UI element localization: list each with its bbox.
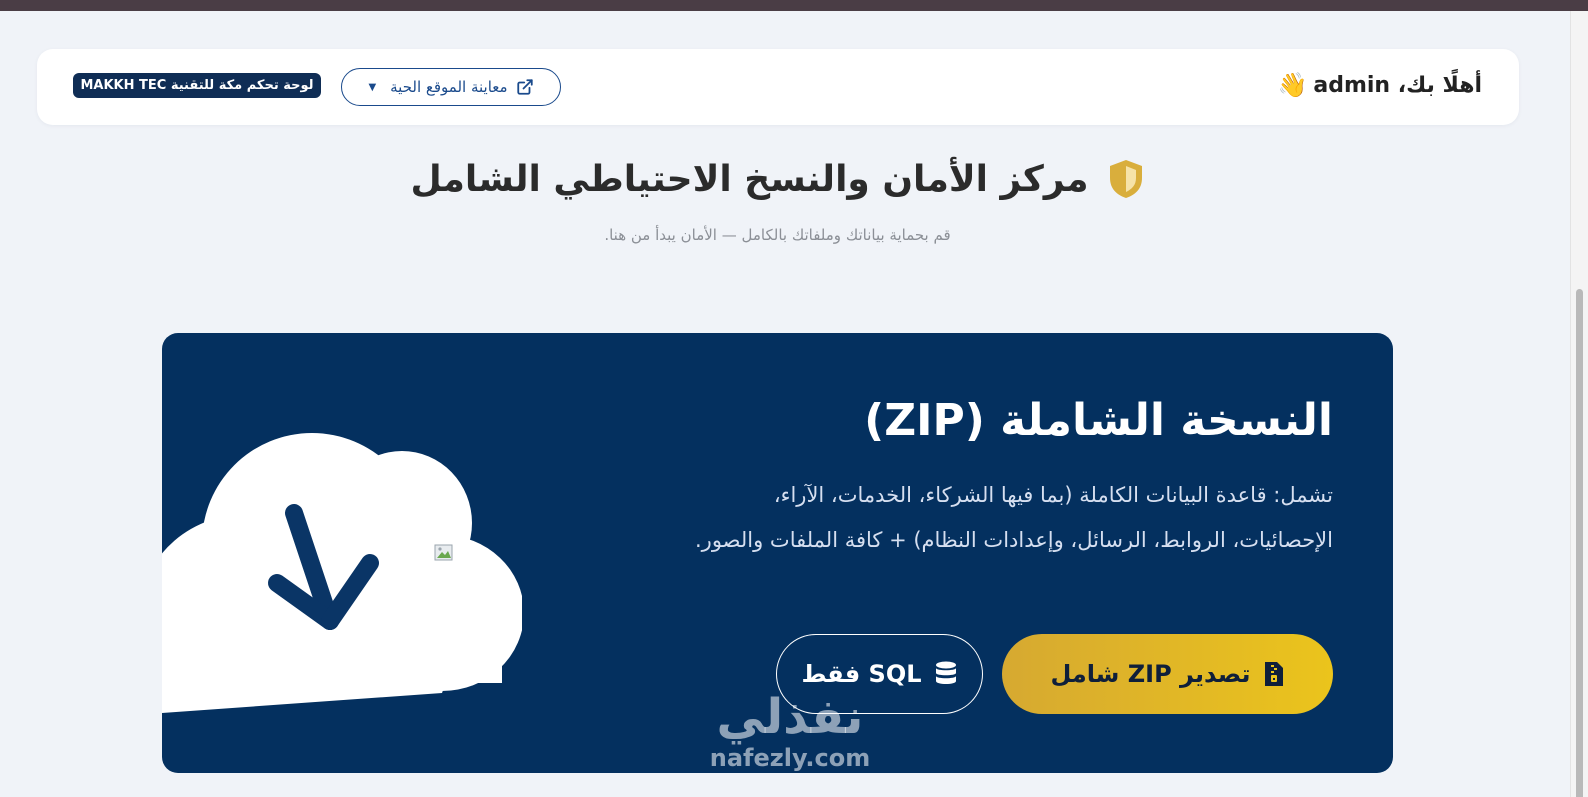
database-icon [935,661,956,684]
live-preview-label: معاينة الموقع الحية [390,78,508,96]
export-zip-label: تصدير ZIP شامل [1050,660,1251,688]
broken-image-icon [434,544,453,561]
export-sql-label: SQL فقط [801,660,922,688]
watermark-arabic: نفذلي [716,689,864,745]
shield-icon [1109,160,1142,198]
watermark-latin: nafezly.com [709,744,871,772]
page-title: مركز الأمان والنسخ الاحتياطي الشامل [410,158,1089,200]
live-preview-button[interactable]: معاينة الموقع الحية ▼ [341,68,561,106]
greeting: أهلًا بك، admin 👋 [1277,71,1482,99]
zip-file-icon [1264,662,1283,686]
cloud-download-icon [162,433,522,713]
page-subtitle: قم بحماية بياناتك وملفاتك بالكامل — الأم… [604,226,951,244]
card-description: تشمل: قاعدة البيانات الكاملة (بما فيها ا… [695,483,1333,552]
caret-down-icon: ▼ [368,81,377,93]
watermark: نفذلي nafezly.com [690,690,890,780]
export-zip-button[interactable]: تصدير ZIP شامل [1002,634,1333,714]
external-link-icon [516,79,533,95]
greeting-text: أهلًا بك، admin [1313,72,1482,98]
brand-badge: لوحة تحكم مكة للتقنية MAKKH TEC [73,73,321,98]
page-heading: مركز الأمان والنسخ الاحتياطي الشامل [0,158,1555,200]
browser-top-strip [0,0,1588,11]
waving-hand-icon: 👋 [1277,71,1308,99]
top-bar: أهلًا بك، admin 👋 معاينة الموقع الحية ▼ … [37,49,1519,125]
scrollbar-thumb[interactable] [1576,289,1583,797]
scrollbar[interactable] [1570,11,1588,797]
card-title: النسخة الشاملة (ZIP) [864,395,1333,446]
